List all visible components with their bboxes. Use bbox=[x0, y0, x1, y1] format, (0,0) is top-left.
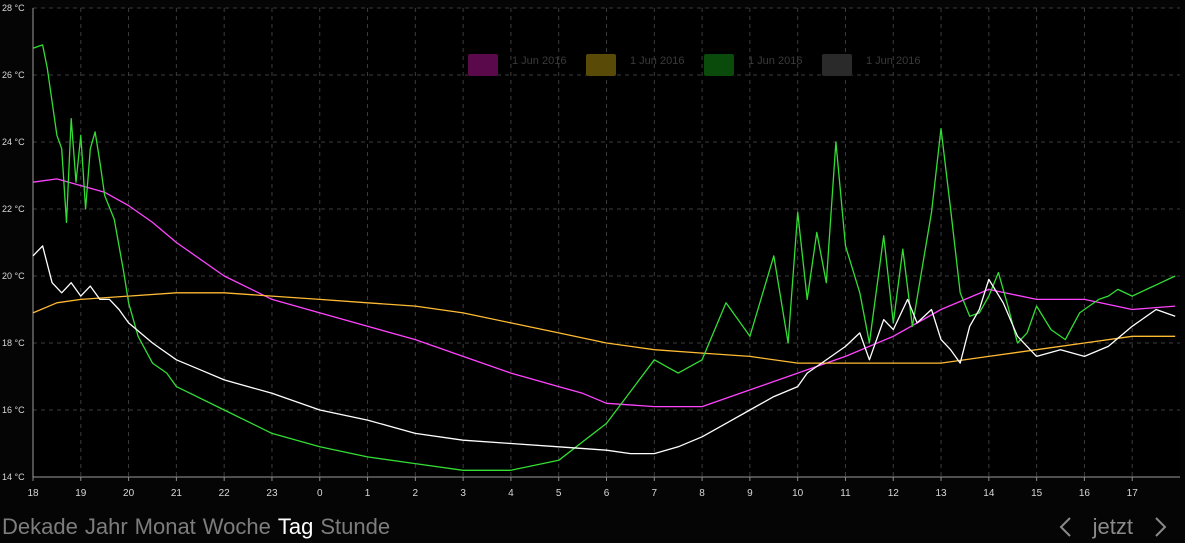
view-woche[interactable]: Woche bbox=[203, 513, 271, 541]
x-tick-label: 6 bbox=[604, 488, 610, 499]
x-tick-label: 15 bbox=[1031, 488, 1043, 499]
x-tick-label: 17 bbox=[1127, 488, 1139, 499]
x-tick-label: 3 bbox=[460, 488, 466, 499]
view-monat[interactable]: Monat bbox=[135, 513, 196, 541]
chevron-right-icon[interactable] bbox=[1151, 515, 1169, 539]
x-tick-label: 10 bbox=[792, 488, 804, 499]
view-tag[interactable]: Tag bbox=[278, 513, 313, 541]
x-tick-label: 8 bbox=[699, 488, 705, 499]
view-selector: Dekade Jahr Monat Woche Tag Stunde bbox=[2, 513, 390, 541]
legend-swatch bbox=[586, 54, 616, 76]
chevron-left-icon[interactable] bbox=[1057, 515, 1075, 539]
x-tick-label: 19 bbox=[75, 488, 87, 499]
legend-label: 1 Jun 2016 bbox=[630, 55, 684, 67]
y-tick-label: 20 °C bbox=[2, 271, 25, 281]
y-tick-label: 24 °C bbox=[2, 137, 25, 147]
x-tick-label: 1 bbox=[365, 488, 371, 499]
legend-swatch bbox=[704, 54, 734, 76]
x-tick-label: 9 bbox=[747, 488, 753, 499]
x-tick-label: 4 bbox=[508, 488, 514, 499]
legend-swatch bbox=[468, 54, 498, 76]
y-tick-label: 18 °C bbox=[2, 338, 25, 348]
x-tick-label: 22 bbox=[219, 488, 231, 499]
time-navigation: Dekade Jahr Monat Woche Tag Stunde jetzt bbox=[0, 511, 1185, 543]
legend-label: 1 Jun 2016 bbox=[512, 55, 566, 67]
now-button[interactable]: jetzt bbox=[1093, 513, 1133, 541]
view-jahr[interactable]: Jahr bbox=[85, 513, 128, 541]
y-tick-label: 26 °C bbox=[2, 70, 25, 80]
legend-label: 1 Jun 2016 bbox=[748, 55, 802, 67]
x-tick-label: 13 bbox=[935, 488, 947, 499]
y-tick-label: 16 °C bbox=[2, 405, 25, 415]
x-tick-label: 14 bbox=[983, 488, 995, 499]
x-tick-label: 7 bbox=[652, 488, 658, 499]
x-tick-label: 0 bbox=[317, 488, 323, 499]
temperature-chart: 14 °C 16 °C 18 °C 20 °C 22 °C 24 °C 26 °C 28 °C… bbox=[0, 0, 1185, 510]
legend-swatch bbox=[822, 54, 852, 76]
x-tick-label: 16 bbox=[1079, 488, 1091, 499]
x-tick-label: 12 bbox=[888, 488, 900, 499]
view-dekade[interactable]: Dekade bbox=[2, 513, 78, 541]
chart-svg: 14 °C 16 °C 18 °C 20 °C 22 °C 24 °C 26 °C 28 °C… bbox=[2, 3, 1180, 499]
x-tick-label: 11 bbox=[840, 488, 851, 499]
period-navigation: jetzt bbox=[1057, 513, 1169, 541]
y-tick-label: 28 °C bbox=[2, 3, 25, 13]
x-tick-label: 20 bbox=[123, 488, 135, 499]
x-tick-label: 2 bbox=[413, 488, 419, 499]
x-tick-label: 23 bbox=[266, 488, 278, 499]
x-tick-label: 5 bbox=[556, 488, 562, 499]
legend-label: 1 Jun 2016 bbox=[866, 55, 920, 67]
view-stunde[interactable]: Stunde bbox=[320, 513, 390, 541]
y-tick-label: 22 °C bbox=[2, 204, 25, 214]
x-tick-label: 18 bbox=[27, 488, 39, 499]
y-tick-label: 14 °C bbox=[2, 472, 25, 482]
x-tick-label: 21 bbox=[171, 488, 183, 499]
